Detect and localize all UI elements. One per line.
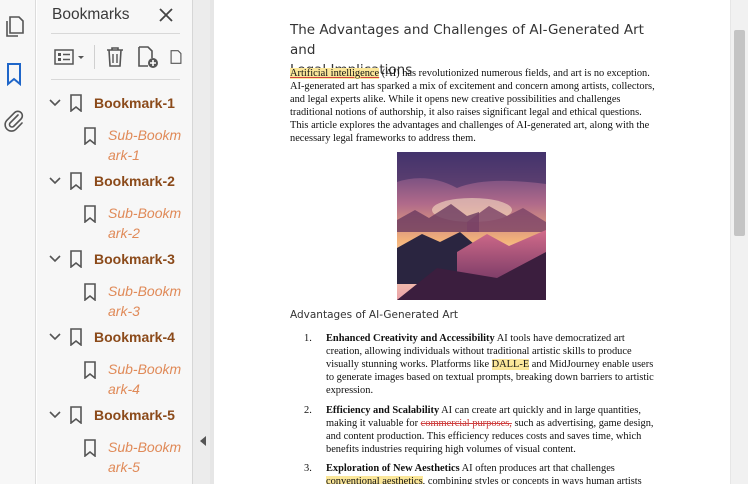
highlighted-text: conventional aesthetics [326,475,423,484]
article-image [397,152,546,300]
bookmark-icon [81,438,99,458]
panel-divider [51,33,180,34]
sub-bookmark-item-2[interactable]: Sub-Bookm ark-2 [81,203,189,243]
bookmark-item-4[interactable]: Bookmark-4 [46,327,192,347]
document-viewport[interactable]: The Advantages and Challenges of AI-Gene… [210,0,748,484]
bookmark-icon [81,126,99,146]
sub-bookmark-item-1[interactable]: Sub-Bookm ark-1 [81,125,189,165]
panel-title: Bookmarks [52,6,130,23]
paperclip-icon [4,110,24,132]
bookmark-item-5[interactable]: Bookmark-5 [46,405,192,425]
panel-splitter[interactable] [192,0,210,484]
pages-button[interactable] [2,15,26,39]
navigation-rail [0,0,36,484]
sub-bookmark-item-3[interactable]: Sub-Bookm ark-3 [81,281,189,321]
bookmark-item-1[interactable]: Bookmark-1 [46,93,192,113]
bookmark-label: Bookmark-2 [94,173,175,189]
sub-bookmark-label: Sub-Bookm ark-5 [108,439,182,475]
pages-icon [6,16,24,37]
bookmark-label: Bookmark-3 [94,251,175,267]
bookmarks-panel: Bookmarks Bookmark-1 Sub-Bookm ark-1 Boo… [37,0,192,484]
pdf-viewer-window: Bookmarks Bookmark-1 Sub-Bookm ark-1 Boo… [0,0,748,484]
scrollbar-thumb[interactable] [734,30,745,236]
bookmark-icon [66,93,86,113]
sub-bookmark-label: Sub-Bookm ark-4 [108,361,182,397]
sub-bookmark-label: Sub-Bookm ark-1 [108,127,182,163]
new-bookmark-button[interactable] [135,44,161,70]
bookmark-icon [66,405,86,425]
bookmark-label: Bookmark-1 [94,95,175,111]
bookmark-icon [66,327,86,347]
sub-bookmark-item-4[interactable]: Sub-Bookm ark-4 [81,359,189,399]
close-panel-button[interactable] [155,4,177,26]
highlighted-text: DALL-E [491,358,530,370]
sub-bookmark-label: Sub-Bookm ark-3 [108,283,182,319]
collapse-panel-button[interactable] [198,434,208,448]
document-page: The Advantages and Challenges of AI-Gene… [214,0,730,484]
bookmark-label: Bookmark-5 [94,407,175,423]
bookmark-label: Bookmark-4 [94,329,175,345]
triangle-left-icon [200,436,206,446]
strikethrough-text: commercial purposes, [420,417,512,429]
bookmarks-tab-button[interactable] [2,62,26,86]
chevron-down-icon[interactable] [46,249,64,269]
chevron-down-icon[interactable] [46,171,64,191]
sub-bookmark-label: Sub-Bookm ark-2 [108,205,182,241]
bookmark-item-2[interactable]: Bookmark-2 [46,171,192,191]
chevron-down-icon[interactable] [46,327,64,347]
bookmark-icon [81,360,99,380]
bookmark-icon [81,282,99,302]
attachments-button[interactable] [2,109,26,133]
bookmark-icon [81,204,99,224]
chevron-down-icon[interactable] [46,405,64,425]
toolbar-divider [51,79,180,80]
section-heading: Advantages of AI-Generated Art [290,309,459,321]
list-options-icon [54,49,84,65]
chevron-down-icon[interactable] [46,93,64,113]
add-bookmark-icon [138,46,158,68]
bookmark-item-3[interactable]: Bookmark-3 [46,249,192,269]
intro-paragraph: Artificial intelligence (AI) has revolut… [290,68,655,144]
vertical-scrollbar[interactable] [731,0,748,484]
options-menu-button[interactable] [51,44,89,70]
expand-bookmark-icon [170,50,182,64]
trash-icon [107,47,123,67]
toolbar-separator [94,45,95,69]
sub-bookmark-item-5[interactable]: Sub-Bookm ark-5 [81,437,189,477]
bookmark-icon [66,171,86,191]
more-tools-button[interactable] [169,44,183,70]
delete-bookmark-button[interactable] [103,44,127,70]
close-icon [159,8,173,22]
bookmark-icon [7,63,21,86]
highlighted-text: Artificial intelligence [290,68,380,79]
bookmark-icon [66,249,86,269]
